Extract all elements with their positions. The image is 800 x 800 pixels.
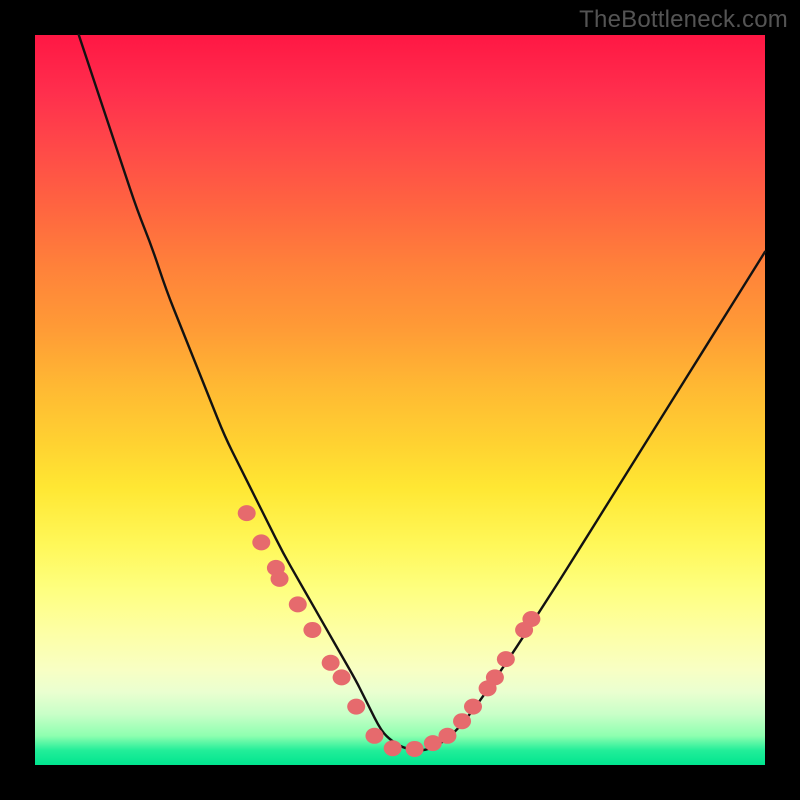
curve-line [79,35,765,750]
data-dot [486,669,504,685]
data-dot [271,571,289,587]
data-dot [522,611,540,627]
data-dot [438,728,456,744]
data-dot [322,655,340,671]
data-dot [303,622,321,638]
chart-frame: TheBottleneck.com [0,0,800,800]
data-dot [497,651,515,667]
curve-dots [238,505,541,757]
data-dot [464,699,482,715]
data-dot [365,728,383,744]
data-dot [252,534,270,550]
data-dot [406,741,424,757]
plot-area [35,35,765,765]
watermark-text: TheBottleneck.com [579,6,788,34]
data-dot [289,596,307,612]
data-dot [238,505,256,521]
data-dot [333,669,351,685]
data-dot [384,740,402,756]
data-dot [453,713,471,729]
data-dot [347,699,365,715]
bottleneck-curve-svg [35,35,765,765]
